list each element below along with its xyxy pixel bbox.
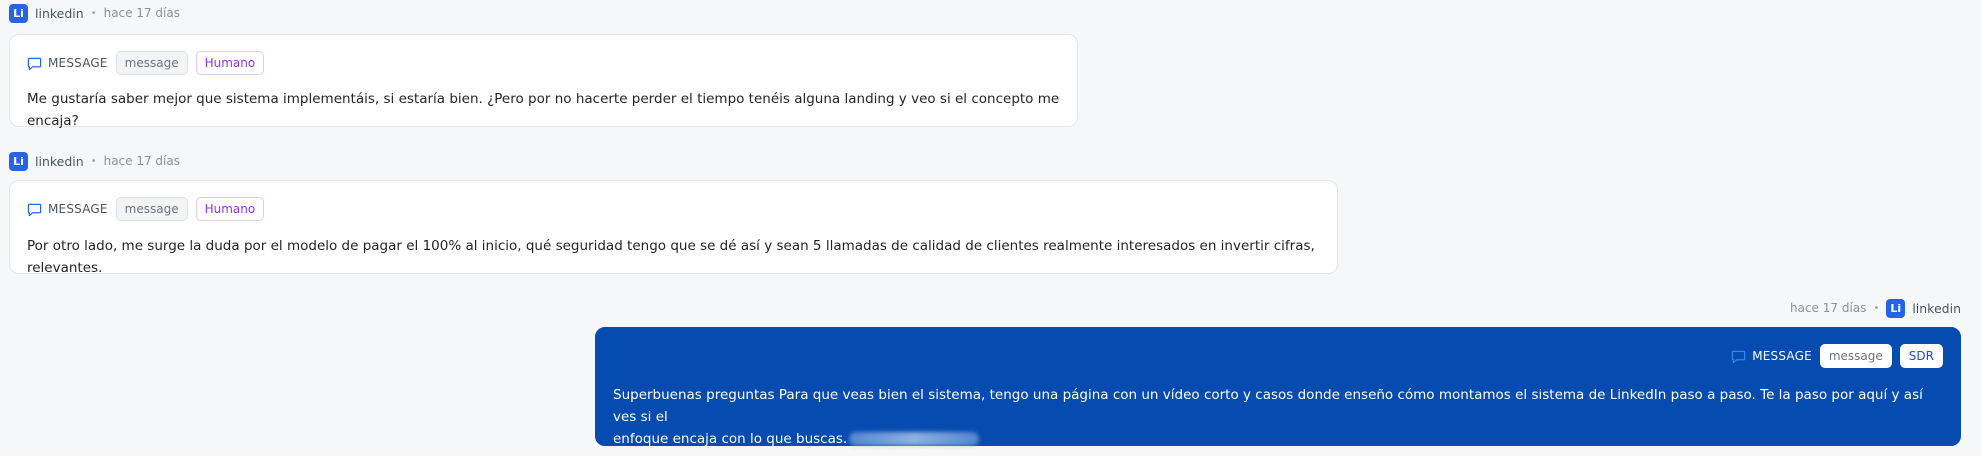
message-time: hace 17 días <box>103 154 180 168</box>
message-source: linkedin <box>35 5 84 21</box>
channel-chip: message <box>115 197 188 221</box>
linkedin-icon: Li <box>9 3 28 23</box>
message-type-label: MESSAGE <box>48 202 108 216</box>
channel-chip: message <box>1819 344 1892 368</box>
separator-dot: • <box>90 7 97 19</box>
author-chip: Humano <box>195 197 265 221</box>
message-meta: hace 17 días • Li linkedin <box>1790 298 1961 318</box>
message-type: MESSAGE <box>27 56 108 71</box>
message-text-line: enfoque encaja con lo que buscas. <box>613 428 1943 450</box>
redacted-link <box>849 432 980 446</box>
message-card: MESSAGE message Humano Me gustaría saber… <box>9 34 1078 129</box>
message-type: MESSAGE <box>27 202 108 217</box>
author-chip: SDR <box>1899 344 1943 368</box>
separator-dot: • <box>90 155 97 167</box>
message-card: MESSAGE message Humano Por otro lado, me… <box>9 180 1338 276</box>
message-card-outgoing: MESSAGE message SDR Superbuenas pregunta… <box>595 327 1961 447</box>
chat-bubble-icon <box>27 203 42 216</box>
chat-bubble-icon <box>27 57 42 70</box>
linkedin-icon: Li <box>9 151 28 171</box>
message-source: linkedin <box>35 153 84 169</box>
channel-chip: message <box>115 51 188 75</box>
message-type-label: MESSAGE <box>48 56 108 70</box>
message-meta: Li linkedin • hace 17 días <box>9 3 180 23</box>
message-text: Por otro lado, me surge la duda por el m… <box>27 238 1315 276</box>
message-meta: Li linkedin • hace 17 días <box>9 151 180 171</box>
chat-bubble-icon <box>1731 350 1746 363</box>
message-text: Me gustaría saber mejor que sistema impl… <box>27 91 1060 129</box>
author-chip: Humano <box>195 51 265 75</box>
linkedin-icon: Li <box>1886 298 1906 318</box>
message-text-line: Superbuenas preguntas Para que veas bien… <box>613 387 1923 425</box>
message-type-label: MESSAGE <box>1752 349 1812 363</box>
message-time: hace 17 días <box>1790 301 1867 315</box>
message-type: MESSAGE <box>1731 349 1812 364</box>
separator-dot: • <box>1873 302 1880 314</box>
message-time: hace 17 días <box>103 6 180 20</box>
message-text: Superbuenas preguntas Para que veas bien… <box>613 384 1943 450</box>
message-text-tail: enfoque encaja con lo que buscas. <box>613 431 848 447</box>
message-source: linkedin <box>1912 300 1961 316</box>
